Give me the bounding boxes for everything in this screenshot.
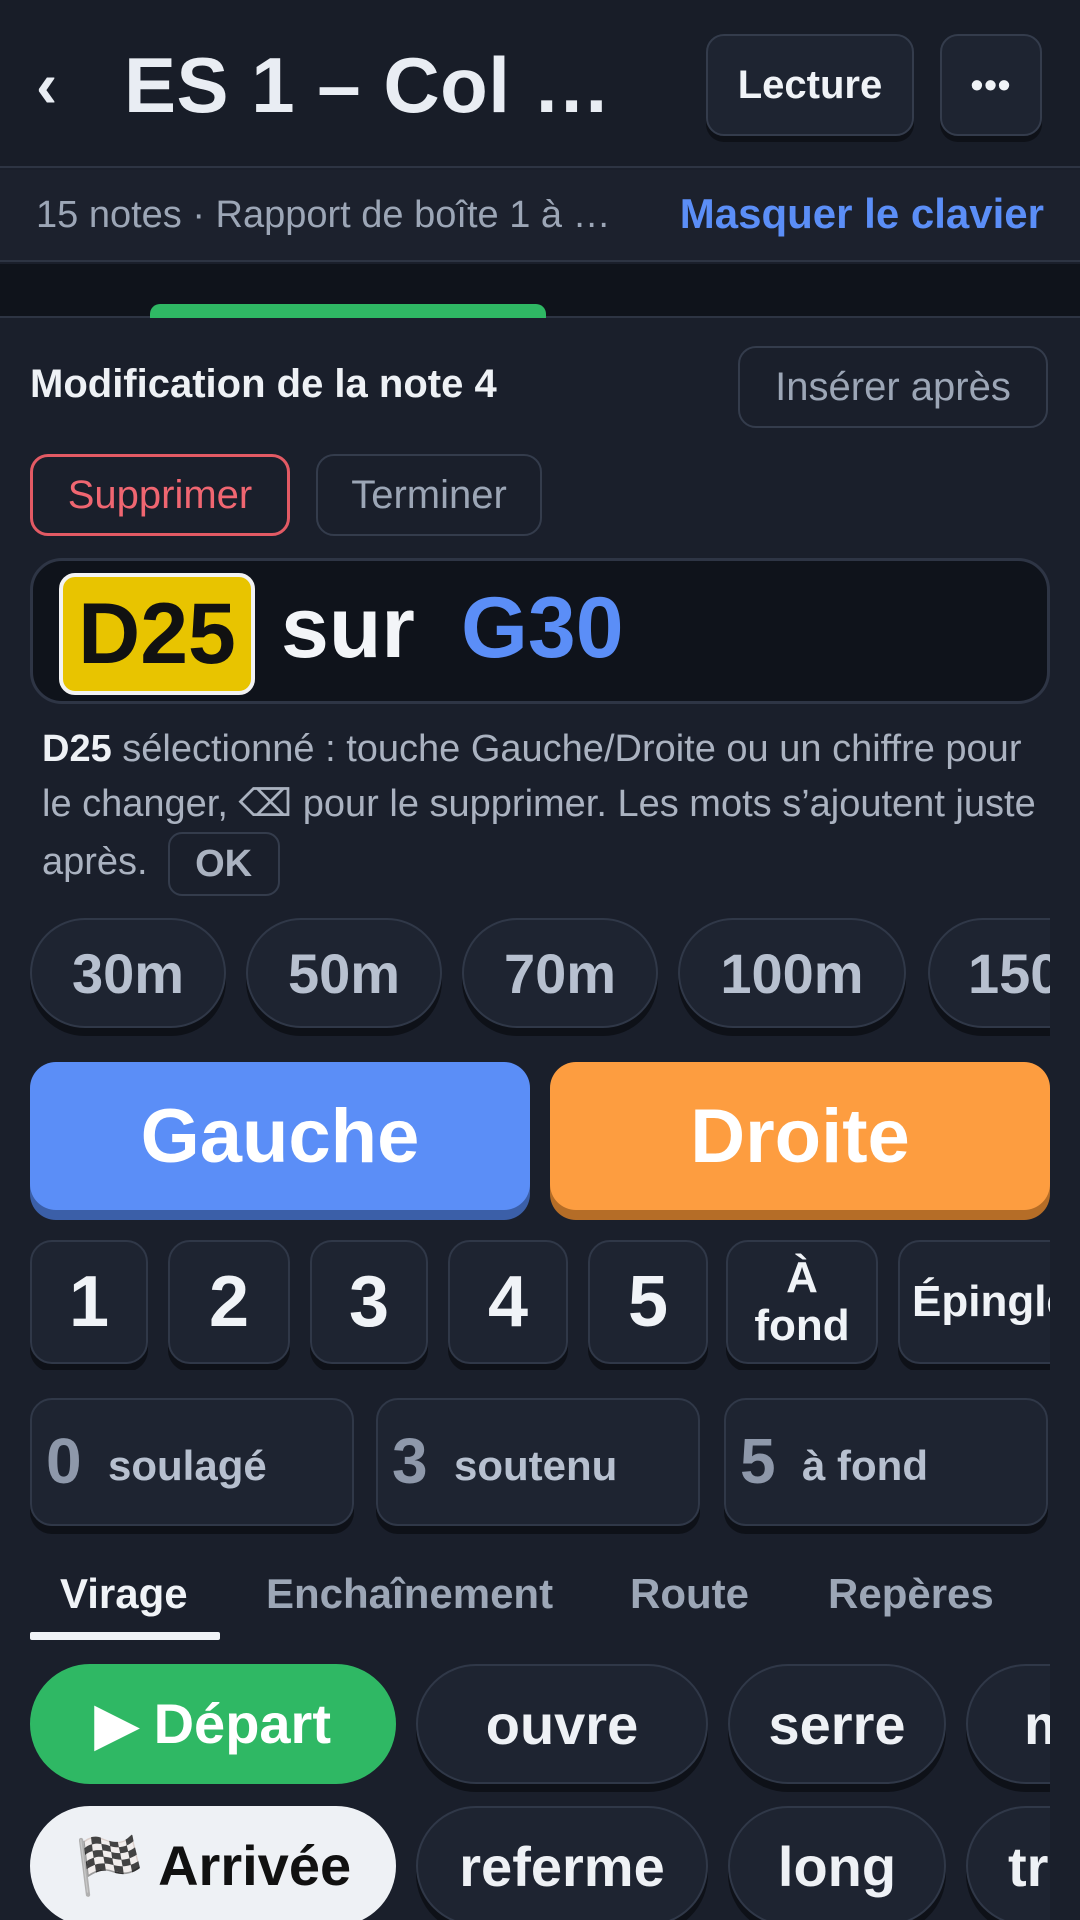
- tightness-label: soulagé: [108, 1442, 267, 1489]
- distance-chip[interactable]: 100m: [678, 918, 906, 1028]
- next-token[interactable]: G30: [461, 579, 624, 678]
- tightness-key[interactable]: 5 à fond: [724, 1398, 1048, 1526]
- word-button[interactable]: tr: [966, 1806, 1050, 1920]
- tightness-label: à fond: [802, 1442, 928, 1489]
- distance-chip[interactable]: 50m: [246, 918, 442, 1028]
- tab-enchainement[interactable]: Enchaînement: [266, 1570, 553, 1618]
- top-bar: ‹ ES 1 – Col … Lecture •••: [0, 0, 1080, 168]
- word-button[interactable]: serre: [728, 1664, 946, 1784]
- tab-route[interactable]: Route: [630, 1570, 749, 1618]
- severity-key-5[interactable]: 5: [588, 1240, 708, 1364]
- start-button[interactable]: ▶ Départ: [30, 1664, 396, 1784]
- more-options-button[interactable]: •••: [940, 34, 1042, 136]
- severity-key-1[interactable]: 1: [30, 1240, 148, 1364]
- play-button[interactable]: Lecture: [706, 34, 914, 136]
- distance-chip[interactable]: 150m: [928, 918, 1050, 1028]
- back-chevron-icon[interactable]: ‹: [36, 50, 86, 120]
- insert-after-button[interactable]: Insérer après: [738, 346, 1048, 428]
- help-text: D25 sélectionné : touche Gauche/Droite o…: [42, 722, 1042, 896]
- page-title: ES 1 – Col …: [124, 41, 612, 129]
- word-button[interactable]: long: [728, 1806, 946, 1920]
- info-bar: 15 notes · Rapport de boîte 1 à … Masque…: [0, 170, 1080, 262]
- current-note-indicator: [150, 304, 546, 318]
- tightness-label: soutenu: [454, 1442, 618, 1489]
- tab-reperes[interactable]: Repères: [828, 1570, 994, 1618]
- distance-chip[interactable]: 30m: [30, 918, 226, 1028]
- tab-virage[interactable]: Virage: [60, 1570, 188, 1618]
- selected-token[interactable]: D25: [59, 573, 255, 695]
- distance-row: 30m 50m 70m 100m 150m: [30, 918, 1050, 1036]
- word-button[interactable]: m: [966, 1664, 1050, 1784]
- notes-timeline[interactable]: [0, 264, 1080, 318]
- tightness-number: 5: [740, 1425, 776, 1497]
- note-word[interactable]: sur: [281, 579, 415, 678]
- right-button[interactable]: Droite: [550, 1062, 1050, 1210]
- tightness-number: 0: [46, 1425, 82, 1497]
- ok-button[interactable]: OK: [167, 832, 280, 896]
- note-editor-field[interactable]: D25 sur G30: [30, 558, 1050, 704]
- tightness-number: 3: [392, 1425, 428, 1497]
- tightness-key[interactable]: 3 soutenu: [376, 1398, 700, 1526]
- severity-key-3[interactable]: 3: [310, 1240, 428, 1364]
- edit-heading: Modification de la note 4: [30, 362, 497, 406]
- distance-chip[interactable]: 70m: [462, 918, 658, 1028]
- tightness-key[interactable]: 0 soulagé: [30, 1398, 354, 1526]
- active-tab-underline: [30, 1632, 220, 1640]
- severity-key-flat-out[interactable]: À fond: [726, 1240, 878, 1364]
- delete-button[interactable]: Supprimer: [30, 454, 290, 536]
- left-button[interactable]: Gauche: [30, 1062, 530, 1210]
- help-token: D25: [42, 728, 112, 770]
- category-tabs: Virage Enchaînement Route Repères: [30, 1560, 1050, 1640]
- tightness-row: 0 soulagé 3 soutenu 5 à fond: [30, 1398, 1050, 1538]
- finish-line-button[interactable]: 🏁 Arrivée: [30, 1806, 396, 1920]
- notes-summary: 15 notes · Rapport de boîte 1 à …: [36, 194, 611, 236]
- word-button[interactable]: referme: [416, 1806, 708, 1920]
- finish-button[interactable]: Terminer: [316, 454, 542, 536]
- severity-key-2[interactable]: 2: [168, 1240, 290, 1364]
- hide-keyboard-link[interactable]: Masquer le clavier: [680, 190, 1044, 238]
- severity-key-4[interactable]: 4: [448, 1240, 568, 1364]
- word-button[interactable]: ouvre: [416, 1664, 708, 1784]
- word-grid: ▶ Départ ouvre serre m 🏁 Arrivée referme…: [30, 1664, 1050, 1920]
- severity-key-hairpin[interactable]: Épingle: [898, 1240, 1050, 1364]
- severity-row: 1 2 3 4 5 À fond Épingle: [30, 1240, 1050, 1370]
